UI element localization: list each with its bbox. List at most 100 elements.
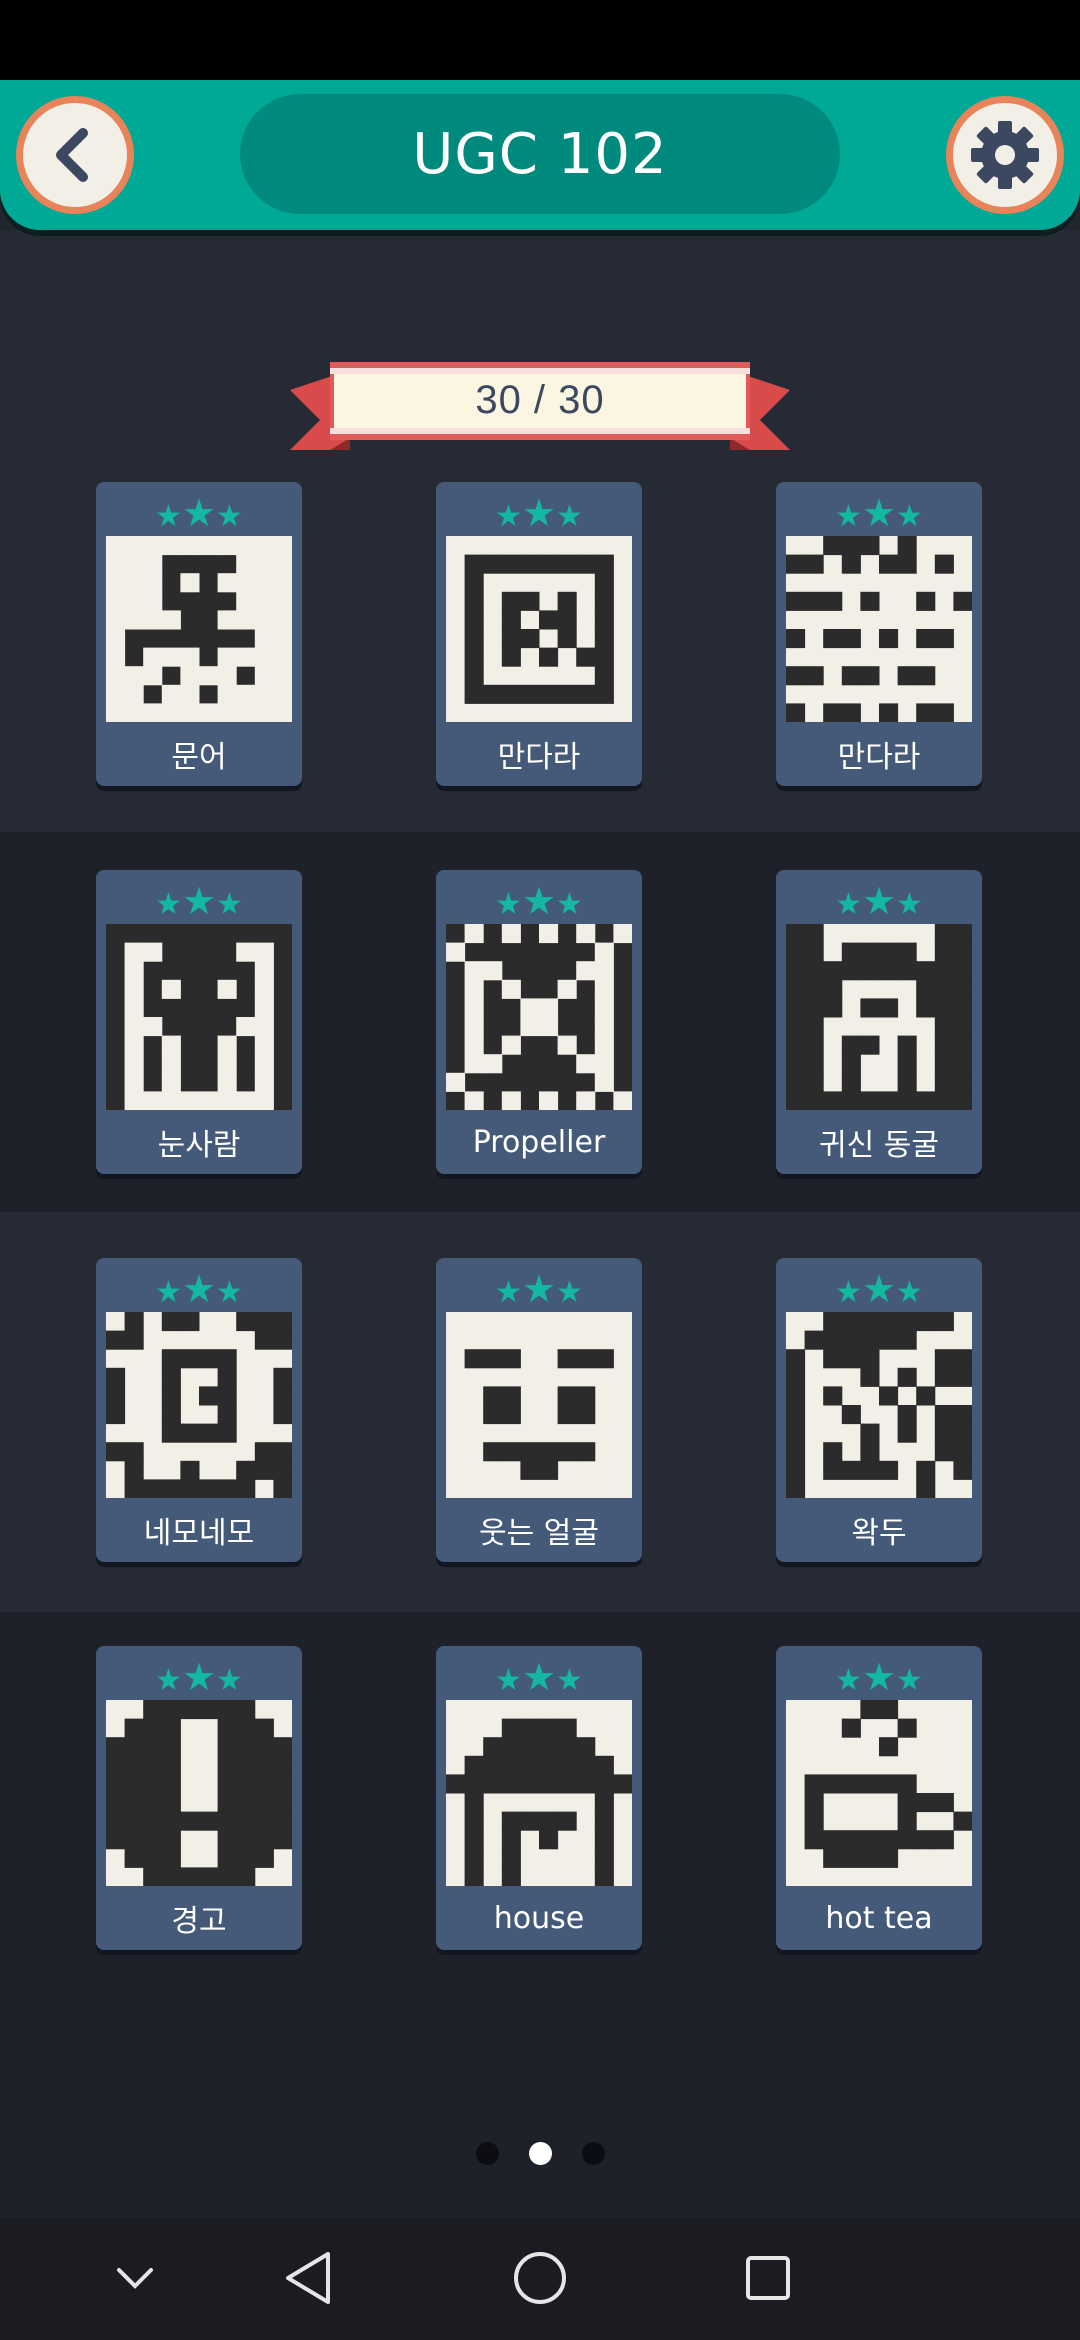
puzzle-card[interactable]: ★ ★ ★ 만다라 <box>776 482 982 786</box>
star-rating: ★ ★ ★ <box>96 880 302 920</box>
progress-count: 30 / 30 <box>475 377 605 422</box>
star-icon: ★ <box>896 1275 923 1310</box>
puzzle-label: 왁두 <box>851 1516 907 1551</box>
puzzle-card[interactable]: ★ ★ ★ 네모네모 <box>96 1258 302 1562</box>
puzzle-label: hot tea <box>825 1900 933 1936</box>
page-dot-2[interactable] <box>528 2142 552 2165</box>
puzzle-label: 문어 <box>171 740 227 775</box>
star-icon: ★ <box>495 1663 522 1698</box>
puzzle-card[interactable]: ★ ★ ★ Propeller <box>436 870 642 1174</box>
star-icon: ★ <box>495 1275 522 1310</box>
pixel-art-image <box>446 1312 632 1498</box>
star-icon: ★ <box>861 491 897 535</box>
star-icon: ★ <box>521 1655 557 1699</box>
puzzle-thumbnail <box>786 924 972 1110</box>
puzzle-card[interactable]: ★ ★ ★ hot tea <box>776 1646 982 1950</box>
settings-button[interactable] <box>946 96 1064 214</box>
page-dot-1[interactable] <box>475 2142 499 2165</box>
puzzle-thumbnail <box>446 1312 632 1498</box>
home-circle-icon <box>514 2252 566 2304</box>
puzzle-thumbnail <box>786 1312 972 1498</box>
pixel-art-image <box>786 924 972 1110</box>
puzzle-thumbnail <box>106 924 292 1110</box>
pixel-art-image <box>446 536 632 722</box>
star-icon: ★ <box>181 1655 217 1699</box>
star-rating: ★ ★ ★ <box>776 492 982 532</box>
star-icon: ★ <box>835 499 862 534</box>
pixel-art-image <box>446 1700 632 1886</box>
pixel-art-image <box>786 536 972 722</box>
star-icon: ★ <box>521 1267 557 1311</box>
star-rating: ★ ★ ★ <box>436 880 642 920</box>
star-rating: ★ ★ ★ <box>776 880 982 920</box>
puzzle-card[interactable]: ★ ★ ★ 만다라 <box>436 482 642 786</box>
pixel-art-image <box>106 536 292 722</box>
puzzle-label: 만다라 <box>497 740 581 775</box>
star-icon: ★ <box>216 887 243 922</box>
header-bar: UGC 102 <box>0 80 1080 230</box>
star-icon: ★ <box>155 1663 182 1698</box>
nav-recents-button[interactable] <box>728 2238 808 2318</box>
star-icon: ★ <box>835 1663 862 1698</box>
puzzle-card[interactable]: ★ ★ ★ 눈사람 <box>96 870 302 1174</box>
puzzle-label: 귀신 동굴 <box>819 1128 939 1163</box>
gear-icon <box>971 121 1039 189</box>
pixel-art-image <box>106 924 292 1110</box>
star-rating: ★ ★ ★ <box>96 1268 302 1308</box>
recents-square-icon <box>746 2256 790 2300</box>
puzzle-label: 만다라 <box>837 740 921 775</box>
back-triangle-icon <box>286 2252 330 2304</box>
puzzle-thumbnail <box>106 1700 292 1886</box>
star-icon: ★ <box>556 1275 583 1310</box>
progress-ribbon: 30 / 30 <box>290 360 790 460</box>
puzzle-thumbnail <box>106 536 292 722</box>
star-icon: ★ <box>155 499 182 534</box>
puzzle-card[interactable]: ★ ★ ★ 귀신 동굴 <box>776 870 982 1174</box>
star-rating: ★ ★ ★ <box>436 1656 642 1696</box>
nav-home-button[interactable] <box>500 2238 580 2318</box>
star-icon: ★ <box>155 887 182 922</box>
star-rating: ★ ★ ★ <box>96 492 302 532</box>
star-rating: ★ ★ ★ <box>776 1656 982 1696</box>
star-icon: ★ <box>556 499 583 534</box>
star-icon: ★ <box>181 1267 217 1311</box>
star-rating: ★ ★ ★ <box>776 1268 982 1308</box>
star-icon: ★ <box>216 499 243 534</box>
puzzle-thumbnail <box>446 924 632 1110</box>
star-icon: ★ <box>896 499 923 534</box>
star-icon: ★ <box>181 879 217 923</box>
pixel-art-image <box>786 1700 972 1886</box>
star-icon: ★ <box>495 887 522 922</box>
puzzle-label: 웃는 얼굴 <box>479 1516 599 1551</box>
puzzle-thumbnail <box>106 1312 292 1498</box>
puzzle-card[interactable]: ★ ★ ★ 경고 <box>96 1646 302 1950</box>
puzzle-thumbnail <box>786 536 972 722</box>
title-pill: UGC 102 <box>240 94 840 214</box>
puzzle-label: 네모네모 <box>143 1516 255 1551</box>
pixel-art-image <box>446 924 632 1110</box>
puzzle-card[interactable]: ★ ★ ★ 왁두 <box>776 1258 982 1562</box>
nav-back-button[interactable] <box>268 2238 348 2318</box>
puzzle-label: house <box>493 1900 585 1936</box>
status-bar <box>0 0 1080 80</box>
star-icon: ★ <box>155 1275 182 1310</box>
pixel-art-image <box>106 1312 292 1498</box>
page-dot-3[interactable] <box>581 2142 605 2165</box>
app-root: UGC 102 30 / 30 ★ ★ ★ 문어 ★ ★ ★ 만다라 ★ ★ ★… <box>0 0 1080 2340</box>
puzzle-label: Propeller <box>472 1124 606 1160</box>
puzzle-card[interactable]: ★ ★ ★ 웃는 얼굴 <box>436 1258 642 1562</box>
back-button[interactable] <box>16 96 134 214</box>
nav-hide-button[interactable] <box>95 2238 175 2318</box>
puzzle-card[interactable]: ★ ★ ★ 문어 <box>96 482 302 786</box>
star-rating: ★ ★ ★ <box>436 492 642 532</box>
puzzle-label: 경고 <box>171 1904 227 1939</box>
star-icon: ★ <box>835 887 862 922</box>
system-nav-bar <box>0 2218 1080 2340</box>
star-icon: ★ <box>896 887 923 922</box>
chevron-left-icon <box>56 128 88 182</box>
pixel-art-image <box>786 1312 972 1498</box>
star-rating: ★ ★ ★ <box>96 1656 302 1696</box>
chevron-down-icon <box>117 2268 153 2289</box>
puzzle-thumbnail <box>446 536 632 722</box>
puzzle-card[interactable]: ★ ★ ★ house <box>436 1646 642 1950</box>
